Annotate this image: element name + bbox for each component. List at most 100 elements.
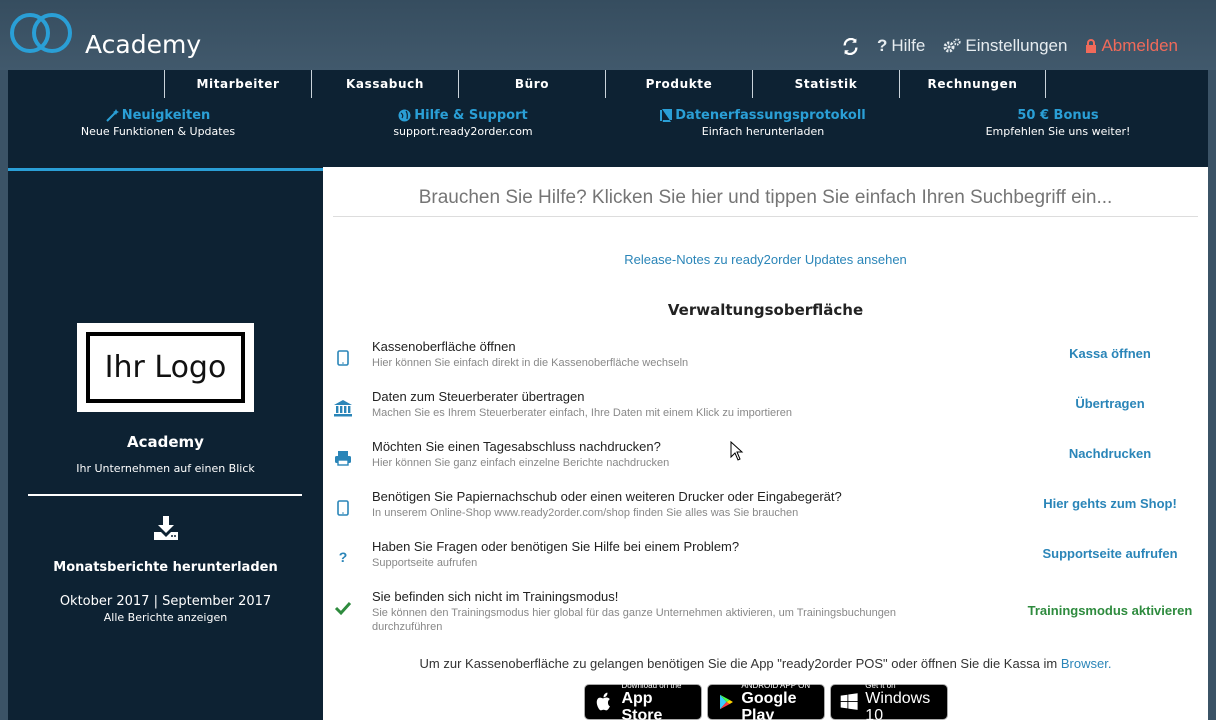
release-notes-link[interactable]: Release-Notes zu ready2order Updates ans… <box>323 252 1208 267</box>
logout-button[interactable]: Abmelden <box>1085 36 1178 56</box>
settings-button[interactable]: Einstellungen <box>943 36 1067 56</box>
company-logo[interactable]: Ihr Logo <box>77 323 254 412</box>
shop-button[interactable]: Hier gehts zum Shop! <box>995 496 1216 511</box>
brand-logo-icon[interactable] <box>10 10 72 56</box>
help-button[interactable]: ? Hilfe <box>877 36 925 56</box>
magic-wand-icon <box>105 109 119 122</box>
nav-link-heading: Hilfe & Support <box>308 108 618 123</box>
nav-link-title: Datenerfassungsprotokoll <box>675 108 866 123</box>
sidebar-divider <box>28 494 302 496</box>
all-reports-link[interactable]: Alle Berichte anzeigen <box>8 611 323 624</box>
bank-icon <box>334 400 352 417</box>
question-icon: ? <box>338 549 348 565</box>
google-play-icon <box>720 694 733 710</box>
mouse-cursor-icon <box>730 441 744 461</box>
company-subtitle: Ihr Unternehmen auf einen Blick <box>76 462 255 475</box>
tab-rechnungen[interactable]: Rechnungen <box>899 70 1046 98</box>
question-icon: ? <box>876 36 888 55</box>
list-item: Kassenoberfläche öffnen Hier können Sie … <box>323 339 1208 385</box>
browser-link[interactable]: Browser. <box>1061 656 1112 671</box>
company-logo-text: Ihr Logo <box>86 332 245 403</box>
badge-big-text: Windows 10 <box>865 689 931 720</box>
footer-note-text: Um zur Kassenoberfläche zu gelangen benö… <box>419 656 1058 671</box>
list-item-title: Haben Sie Fragen oder benötigen Sie Hilf… <box>372 539 740 554</box>
apple-icon <box>596 692 610 711</box>
sidebar: Ihr Logo Academy Ihr Unternehmen auf ein… <box>8 171 323 720</box>
nav-link-subtitle: Neue Funktionen & Updates <box>80 125 236 138</box>
refresh-icon <box>843 37 858 55</box>
globe-icon <box>398 109 411 122</box>
main-content: Release-Notes zu ready2order Updates ans… <box>323 167 1208 720</box>
top-actions: ? Hilfe Einstellungen Abmelden <box>842 36 1178 56</box>
nav-link-neuigkeiten[interactable]: Neuigkeiten Neue Funktionen & Updates <box>8 108 308 138</box>
nav-link-support[interactable]: Hilfe & Support support.ready2order.com <box>308 108 618 138</box>
list-item: Möchten Sie einen Tagesabschluss nachdru… <box>323 439 1208 485</box>
badge-big-text: Google Play <box>741 689 797 720</box>
help-label: Hilfe <box>891 36 926 55</box>
report-title: Monatsberichte herunterladen <box>53 560 278 575</box>
nav-link-title: Hilfe & Support <box>414 108 528 123</box>
support-page-button[interactable]: Supportseite aufrufen <box>995 546 1216 561</box>
list-item-title: Sie befinden sich nicht im Trainingsmodu… <box>372 589 619 604</box>
nav-link-subtitle: Empfehlen Sie uns weiter! <box>985 125 1131 138</box>
nav-link-subtitle: support.ready2order.com <box>393 125 533 138</box>
tab-kassabuch[interactable]: Kassabuch <box>311 70 458 98</box>
nav-link-subtitle: Einfach herunterladen <box>701 125 825 138</box>
badge-small-text: Get it on <box>865 680 896 690</box>
list-item: Benötigen Sie Papiernachschub oder einen… <box>323 489 1208 535</box>
open-register-button[interactable]: Kassa öffnen <box>995 346 1216 361</box>
badge-small-text: Download on the <box>621 680 682 690</box>
nav-link-title: 50 € Bonus <box>1017 108 1099 123</box>
google-play-badge[interactable]: ANDROID APP ON Google Play <box>707 681 825 720</box>
windows-icon <box>840 693 858 710</box>
list-item-title: Kassenoberfläche öffnen <box>372 339 516 354</box>
list-item-title: Daten zum Steuerberater übertragen <box>372 389 585 404</box>
report-month-links[interactable]: Oktober 2017 | September 2017 <box>8 594 323 609</box>
tablet-icon <box>337 350 349 366</box>
app-store-badge[interactable]: Download on the App Store <box>584 681 702 720</box>
footer-note: Um zur Kassenoberfläche zu gelangen benö… <box>323 656 1208 671</box>
book-icon <box>660 109 673 122</box>
list-item-desc: Sie können den Trainingsmodus hier globa… <box>372 607 897 633</box>
transfer-button[interactable]: Übertragen <box>995 396 1216 411</box>
section-title: Verwaltungsoberfläche <box>667 301 864 319</box>
tablet-icon <box>337 500 349 516</box>
list-item-desc: Machen Sie es Ihrem Steuerberater einfac… <box>372 407 793 419</box>
nav-link-heading: Neuigkeiten <box>8 108 308 123</box>
list-item: ? Haben Sie Fragen oder benötigen Sie Hi… <box>323 539 1208 585</box>
badge-text: Download on the App Store <box>621 681 693 720</box>
check-icon <box>334 601 352 616</box>
badge-text: ANDROID APP ON Google Play <box>741 681 816 720</box>
list-item-title: Möchten Sie einen Tagesabschluss nachdru… <box>372 439 661 454</box>
tab-produkte[interactable]: Produkte <box>605 70 752 98</box>
windows-store-badge[interactable]: Get it on Windows 10 <box>830 681 948 720</box>
nav-link-title: Neuigkeiten <box>121 108 211 123</box>
nav-link-heading: Datenerfassungsprotokoll <box>618 108 908 123</box>
company-name: Academy <box>127 433 204 451</box>
app-store-badges: Download on the App Store ANDROID APP ON… <box>584 681 948 720</box>
list-item: Sie befinden sich nicht im Trainingsmodu… <box>323 589 1208 639</box>
training-mode-button[interactable]: Trainingsmodus aktivieren <box>995 603 1216 618</box>
nav-tabs: Mitarbeiter Kassabuch Büro Produkte Stat… <box>164 70 1046 98</box>
refresh-button[interactable] <box>842 37 859 55</box>
list-item: Daten zum Steuerberater übertragen Mache… <box>323 389 1208 435</box>
reprint-button[interactable]: Nachdrucken <box>995 446 1216 461</box>
list-item-desc: Hier können Sie ganz einfach einzelne Be… <box>372 457 670 469</box>
list-item-desc: Supportseite aufrufen <box>372 557 478 569</box>
badge-text: Get it on Windows 10 <box>865 681 939 720</box>
top-bar: Academy ? Hilfe Einstellungen Abmelden <box>0 0 1216 70</box>
download-icon[interactable] <box>152 514 180 542</box>
tab-mitarbeiter[interactable]: Mitarbeiter <box>164 70 311 98</box>
badge-small-text: ANDROID APP ON <box>741 680 811 690</box>
list-item-desc: Hier können Sie einfach direkt in die Ka… <box>372 357 689 369</box>
list-item-desc: In unserem Online-Shop www.ready2order.c… <box>372 507 799 519</box>
badge-big-text: App Store <box>621 689 663 720</box>
settings-label: Einstellungen <box>965 36 1068 55</box>
tab-statistik[interactable]: Statistik <box>752 70 899 98</box>
nav-link-protokoll[interactable]: Datenerfassungsprotokoll Einfach herunte… <box>618 108 908 138</box>
main-navigation: Mitarbeiter Kassabuch Büro Produkte Stat… <box>8 70 1208 170</box>
printer-icon <box>335 451 351 466</box>
nav-link-bonus[interactable]: 50 € Bonus Empfehlen Sie uns weiter! <box>908 108 1208 138</box>
tab-buero[interactable]: Büro <box>458 70 605 98</box>
help-search-input[interactable] <box>333 179 1198 217</box>
